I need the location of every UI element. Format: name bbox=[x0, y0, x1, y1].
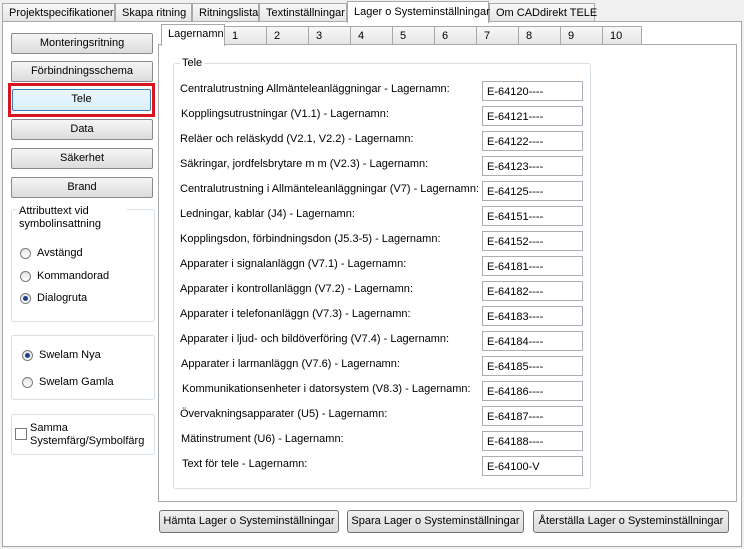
swelam-group bbox=[11, 335, 155, 400]
tab-ritningslista[interactable]: Ritningslista bbox=[192, 3, 259, 22]
tab-om-caddirekt-tele[interactable]: Om CADdirekt TELE bbox=[489, 3, 597, 22]
radio-dialogruta[interactable]: Dialogruta bbox=[20, 290, 87, 306]
same-color-checkbox-label: Samma Systemfärg/Symbolfärg bbox=[30, 422, 145, 447]
tab-lager-o-systeminstallningar[interactable]: Lager o Systeminställningar bbox=[347, 1, 490, 23]
spara-lager-button[interactable]: Spara Lager o Systeminställningar bbox=[347, 510, 524, 533]
row-label-64182: Apparater i kontrollanläggn (V7.2) - Lag… bbox=[180, 283, 413, 295]
hamta-lager-button[interactable]: Hämta Lager o Systeminställningar bbox=[159, 510, 339, 533]
tab-1[interactable]: 1 bbox=[224, 26, 267, 45]
row-label-64187: Övervakningsapparater (U5) - Lagernamn: bbox=[180, 408, 388, 420]
layer-input-64182[interactable] bbox=[482, 281, 583, 301]
layer-input-64151[interactable] bbox=[482, 206, 583, 226]
radio-swelam-nya-label: Swelam Nya bbox=[39, 349, 101, 361]
radio-dialogruta-label: Dialogruta bbox=[37, 292, 88, 304]
tele-button[interactable]: Tele bbox=[12, 89, 151, 111]
tab-3[interactable]: 3 bbox=[308, 26, 351, 45]
layer-input-64122[interactable] bbox=[482, 131, 583, 151]
row-label-64122: Reläer och reläskydd (V2.1, V2.2) - Lage… bbox=[180, 133, 414, 145]
row-label-64183: Apparater i telefonanläggn (V7.3) - Lage… bbox=[180, 308, 411, 320]
radio-swelam-gamla-label: Swelam Gamla bbox=[39, 376, 114, 388]
aterstalla-lager-button[interactable]: Återställa Lager o Systeminställningar bbox=[533, 510, 729, 533]
layer-input-64184[interactable] bbox=[482, 331, 583, 351]
layer-input-64185[interactable] bbox=[482, 356, 583, 376]
tab-10[interactable]: 10 bbox=[602, 26, 642, 45]
sakerhet-button[interactable]: Säkerhet bbox=[11, 148, 153, 169]
attribute-text-group-title: Attributtext vid symbolinsattning bbox=[17, 205, 127, 231]
tab-8[interactable]: 8 bbox=[518, 26, 561, 45]
row-label-64125: Centralutrustning i Allmänteleanläggning… bbox=[180, 183, 480, 195]
layer-input-64121[interactable] bbox=[482, 106, 583, 126]
row-label-64120: Centralutrustning Allmänteleanläggningar… bbox=[180, 83, 450, 95]
row-label-64184: Apparater i ljud- och bildöverföring (V7… bbox=[180, 333, 450, 345]
forbindningsschema-button[interactable]: Förbindningsschema bbox=[11, 61, 153, 82]
tab-9[interactable]: 9 bbox=[560, 26, 603, 45]
radio-avstangd-indicator[interactable] bbox=[20, 247, 31, 259]
radio-avstangd-label: Avstängd bbox=[37, 247, 83, 259]
tele-group-title: Tele bbox=[180, 57, 205, 69]
row-label-64152: Kopplingsdon, förbindningsdon (J5.3-5) -… bbox=[180, 233, 441, 245]
layer-input-64123[interactable] bbox=[482, 156, 583, 176]
radio-kommandorad-label: Kommandorad bbox=[37, 270, 110, 282]
same-color-checkbox[interactable] bbox=[15, 428, 27, 440]
row-label-64181: Apparater i signalanläggn (V7.1) - Lager… bbox=[180, 258, 407, 270]
main-tab-strip: Projektspecifikationer Skapa ritning Rit… bbox=[2, 1, 742, 23]
brand-button[interactable]: Brand bbox=[11, 177, 153, 198]
radio-swelam-nya-indicator[interactable] bbox=[22, 349, 33, 361]
tab-textinstallningar[interactable]: Textinställningar bbox=[259, 3, 347, 22]
layer-input-64187[interactable] bbox=[482, 406, 583, 426]
layer-input-64100[interactable] bbox=[482, 456, 583, 476]
same-color-checkbox-box[interactable] bbox=[15, 428, 27, 440]
tab-lagernamn[interactable]: Lagernamn bbox=[161, 24, 225, 46]
row-label-64186: Kommunikationsenheter i datorsystem (V8.… bbox=[182, 383, 471, 395]
layer-input-64181[interactable] bbox=[482, 256, 583, 276]
radio-dialogruta-indicator[interactable] bbox=[20, 292, 31, 304]
radio-kommandorad[interactable]: Kommandorad bbox=[20, 268, 109, 284]
row-label-64185: Apparater i larmanläggn (V7.6) - Lagerna… bbox=[181, 358, 400, 370]
row-label-64121: Kopplingsutrustningar (V1.1) - Lagernamn… bbox=[181, 108, 389, 120]
layer-input-64188[interactable] bbox=[482, 431, 583, 451]
tab-6[interactable]: 6 bbox=[434, 26, 477, 45]
tab-projektspecifikationer[interactable]: Projektspecifikationer bbox=[2, 3, 115, 22]
monteringsritning-button[interactable]: Monteringsritning bbox=[11, 33, 153, 54]
layer-input-64183[interactable] bbox=[482, 306, 583, 326]
radio-swelam-nya[interactable]: Swelam Nya bbox=[22, 347, 101, 363]
tab-7[interactable]: 7 bbox=[476, 26, 519, 45]
tab-4[interactable]: 4 bbox=[350, 26, 393, 45]
layer-input-64125[interactable] bbox=[482, 181, 583, 201]
row-label-64151: Ledningar, kablar (J4) - Lagernamn: bbox=[180, 208, 355, 220]
layer-input-64152[interactable] bbox=[482, 231, 583, 251]
row-label-64100: Text för tele - Lagernamn: bbox=[182, 458, 308, 470]
radio-kommandorad-indicator[interactable] bbox=[20, 270, 31, 282]
row-label-64188: Mätinstrument (U6) - Lagernamn: bbox=[181, 433, 344, 445]
radio-swelam-gamla[interactable]: Swelam Gamla bbox=[22, 374, 114, 390]
radio-avstangd[interactable]: Avstängd bbox=[20, 245, 83, 261]
layer-input-64186[interactable] bbox=[482, 381, 583, 401]
data-button[interactable]: Data bbox=[11, 119, 153, 140]
tab-2[interactable]: 2 bbox=[266, 26, 309, 45]
tab-skapa-ritning[interactable]: Skapa ritning bbox=[115, 3, 192, 22]
layer-input-64120[interactable] bbox=[482, 81, 583, 101]
row-label-64123: Säkringar, jordfelsbrytare m m (V2.3) - … bbox=[180, 158, 429, 170]
radio-swelam-gamla-indicator[interactable] bbox=[22, 376, 33, 388]
tab-5[interactable]: 5 bbox=[392, 26, 435, 45]
